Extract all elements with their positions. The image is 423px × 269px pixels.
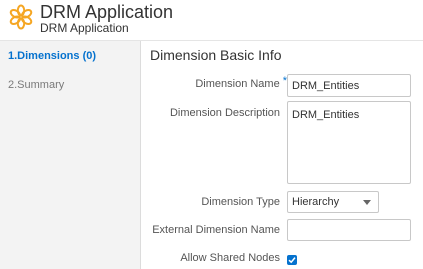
dimension-type-label: Dimension Type <box>201 196 280 208</box>
external-dimension-name-input[interactable] <box>287 219 411 241</box>
section-title: Dimension Basic Info <box>150 47 282 63</box>
train-stop-sidebar <box>0 41 140 269</box>
external-dimension-name-label: External Dimension Name <box>152 224 280 236</box>
dimension-name-label-text: Dimension Name <box>195 78 280 90</box>
checkmark-icon <box>288 257 296 264</box>
flower-logo-icon <box>9 4 33 30</box>
app-title: DRM Application <box>40 2 174 22</box>
allow-shared-nodes-checkbox[interactable] <box>287 255 297 265</box>
chevron-down-icon <box>363 200 371 205</box>
dimension-description-textarea[interactable]: DRM_Entities <box>287 101 411 184</box>
step-dimensions[interactable]: 1.Dimensions (0) <box>8 49 96 63</box>
dimension-description-label: Dimension Description <box>169 107 280 119</box>
dimension-type-value: Hierarchy <box>292 196 340 208</box>
app-subtitle: DRM Application <box>40 21 129 35</box>
dimension-name-label: Dimension Name * <box>195 75 287 91</box>
app-header: DRM Application DRM Application <box>0 0 423 40</box>
step-summary[interactable]: 2.Summary <box>8 78 64 92</box>
dimension-name-input[interactable] <box>287 74 411 97</box>
dimension-type-select[interactable]: Hierarchy <box>287 191 379 213</box>
sidebar-divider <box>140 41 141 269</box>
allow-shared-nodes-label: Allow Shared Nodes <box>180 252 280 264</box>
